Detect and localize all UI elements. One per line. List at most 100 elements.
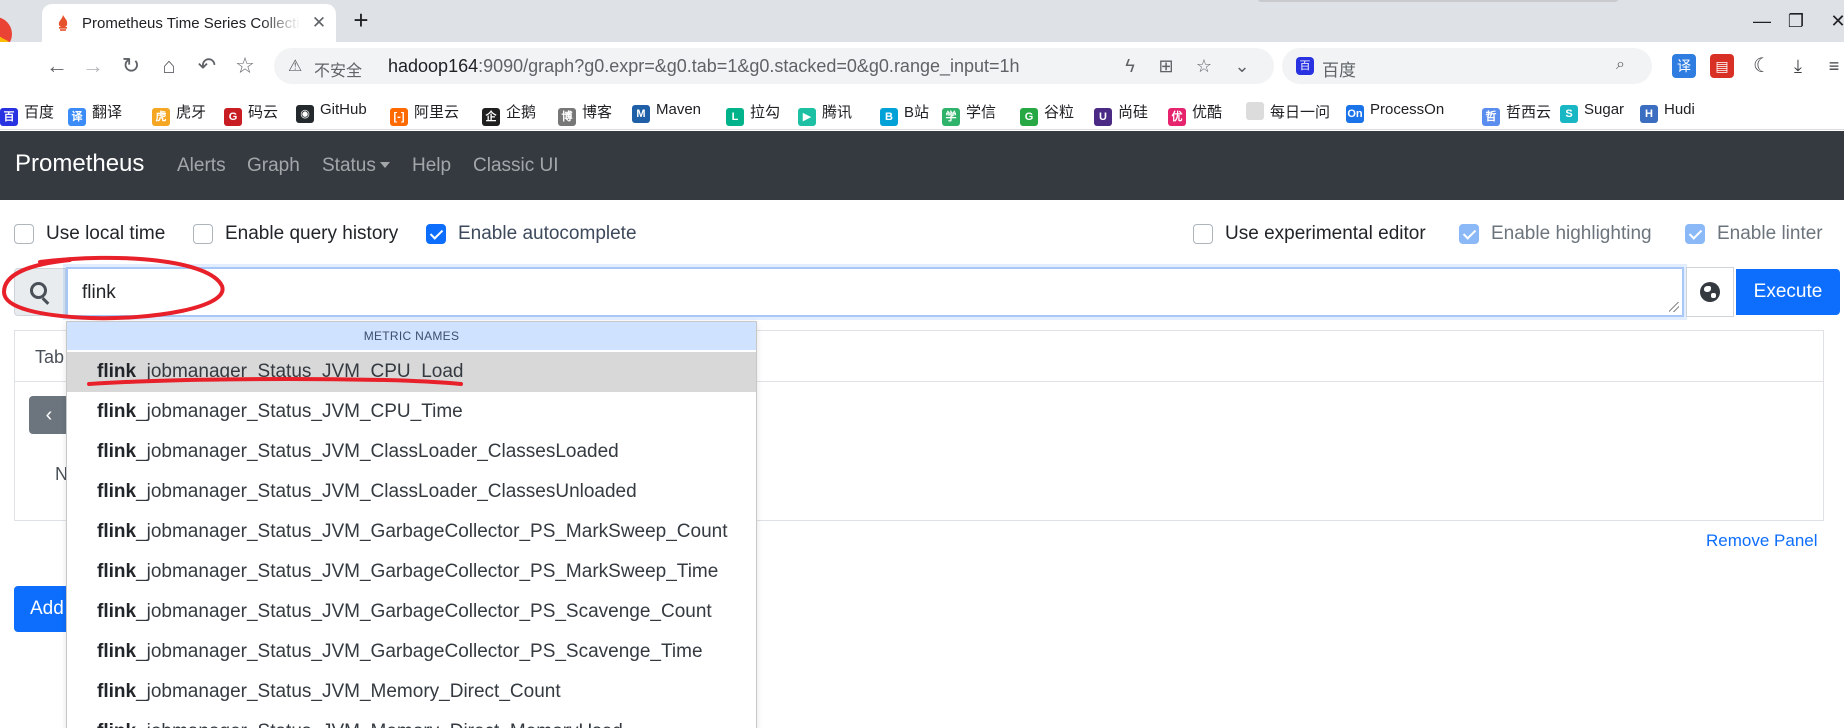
nav-graph[interactable]: Graph — [247, 155, 300, 177]
bookmark-label: 学信 — [966, 104, 997, 121]
bookmark-label: 企鹅 — [506, 104, 537, 121]
metrics-explorer-button[interactable] — [1686, 267, 1734, 317]
bookmark-item[interactable]: 优优酷 — [1168, 101, 1223, 126]
autocomplete-item[interactable]: flink_jobmanager_Status_JVM_ClassLoader_… — [67, 432, 756, 472]
bookmark-item[interactable]: G 码云 — [224, 101, 278, 126]
tab-close-icon[interactable]: ✕ — [308, 12, 330, 34]
bookmark-item[interactable]: L 拉勾 — [726, 101, 780, 126]
bookmark-item[interactable]: [-] 阿里云 — [390, 101, 460, 126]
autocomplete-item-suffix: _jobmanager_Status_JVM_CPU_Time — [136, 401, 463, 422]
prometheus-navbar: Prometheus Alerts Graph Status Help Clas… — [0, 131, 1844, 200]
brand-logo[interactable]: Prometheus — [15, 150, 144, 178]
restore-button[interactable]: ❐ — [1776, 7, 1816, 35]
autocomplete-item[interactable]: flink_jobmanager_Status_JVM_Memory_Direc… — [67, 712, 756, 728]
bookmark-item[interactable]: 虎虎牙 — [152, 101, 206, 126]
bookmark-label: 百度 — [24, 104, 55, 121]
close-window-button[interactable]: ✕ — [1818, 7, 1844, 35]
bookmark-favicon-icon: 百 — [0, 108, 18, 126]
nav-status[interactable]: Status — [322, 155, 390, 177]
lightning-icon[interactable]: ϟ — [1120, 56, 1140, 76]
enable-autocomplete-label: Enable autocomplete — [458, 223, 637, 244]
nav-help[interactable]: Help — [412, 155, 451, 177]
star-icon[interactable]: ☆ — [1194, 56, 1214, 76]
autocomplete-item[interactable]: flink_jobmanager_Status_JVM_CPU_Time — [67, 392, 756, 432]
translate-icon[interactable]: ⊞ — [1156, 56, 1176, 76]
autocomplete-item[interactable]: flink_jobmanager_Status_JVM_GarbageColle… — [67, 512, 756, 552]
bookmark-item[interactable]: 译翻译 — [68, 101, 122, 126]
bookmark-favicon-icon: U — [1094, 108, 1112, 126]
resize-handle-icon[interactable] — [1669, 302, 1679, 312]
panel-tab-label[interactable]: Tab — [35, 347, 64, 368]
bookmark-item[interactable]: ▶ 腾讯 — [798, 101, 852, 126]
bookmark-item[interactable]: 学学信 — [942, 101, 997, 126]
autocomplete-item[interactable]: flink_jobmanager_Status_JVM_GarbageColle… — [67, 592, 756, 632]
enable-highlighting-checkbox[interactable] — [1459, 224, 1479, 244]
search-engine-box[interactable]: 百 百度 ⌕ — [1282, 48, 1652, 84]
chevron-down-icon[interactable]: ⌄ — [1232, 56, 1252, 76]
download-icon[interactable]: ⤓ — [1786, 54, 1810, 78]
prev-time-button[interactable]: ‹ — [29, 396, 69, 434]
bookmark-item[interactable]: H Hudi — [1640, 101, 1695, 123]
autocomplete-item[interactable]: flink_jobmanager_Status_JVM_Memory_Direc… — [67, 672, 756, 712]
bookmark-favicon-icon: 优 — [1168, 108, 1186, 126]
reload-icon[interactable]: ↻ — [116, 51, 146, 81]
autocomplete-item[interactable]: flink_jobmanager_Status_JVM_GarbageColle… — [67, 552, 756, 592]
address-bar[interactable]: ⚠ 不安全 hadoop164:9090/graph?g0.expr=&g0.t… — [274, 48, 1274, 84]
bookmark-item[interactable]: U 尚硅 — [1094, 101, 1148, 126]
use-local-time-checkbox[interactable] — [14, 224, 34, 244]
bookmark-item[interactable]: M Maven — [632, 101, 701, 123]
globe-icon — [1700, 282, 1720, 302]
autocomplete-item[interactable]: flink_jobmanager_Status_JVM_CPU_Load — [67, 352, 756, 392]
autocomplete-item-match: flink — [97, 721, 136, 728]
bookmark-item[interactable]: 哲哲西云 — [1482, 101, 1551, 126]
use-experimental-editor-checkbox[interactable] — [1193, 224, 1213, 244]
url-host: hadoop164 — [388, 56, 479, 76]
back-icon[interactable]: ← — [42, 51, 72, 81]
translate-ext-icon[interactable]: 译 — [1672, 54, 1696, 78]
bookmark-item[interactable]: S Sugar — [1560, 101, 1624, 123]
browser-tab[interactable]: Prometheus Time Series Collection and Pr… — [42, 4, 336, 42]
autocomplete-dropdown: METRIC NAMES flink_jobmanager_Status_JVM… — [66, 321, 757, 728]
execute-button[interactable]: Execute — [1736, 269, 1840, 315]
bookmark-favicon-icon: 企 — [482, 108, 500, 126]
enable-query-history-label: Enable query history — [225, 223, 399, 244]
bookmark-favicon-icon: 学 — [942, 108, 960, 126]
menu-icon[interactable]: ≡ — [1822, 54, 1844, 78]
enable-query-history-checkbox[interactable] — [193, 224, 213, 244]
forward-icon[interactable]: → — [78, 51, 108, 81]
bookmark-item[interactable]: 企企鹅 — [482, 101, 537, 126]
bookmark-item[interactable]: B B站 — [880, 101, 929, 126]
undo-icon[interactable]: ↶ — [192, 51, 222, 81]
bookmark-item[interactable]: 百百度 — [0, 101, 55, 126]
bookmark-item[interactable]: G 谷粒 — [1020, 101, 1075, 126]
enable-linter-checkbox[interactable] — [1685, 224, 1705, 244]
bookmark-item[interactable]: ◉ GitHub — [296, 101, 367, 123]
enable-autocomplete-checkbox[interactable] — [426, 224, 446, 244]
autocomplete-item[interactable]: flink_jobmanager_Status_JVM_ClassLoader_… — [67, 472, 756, 512]
new-tab-button[interactable]: + — [348, 7, 374, 34]
autocomplete-item-suffix: _jobmanager_Status_JVM_Memory_Direct_Cou… — [136, 681, 561, 702]
browser-tab-strip: Prometheus Time Series Collection and Pr… — [0, 0, 1844, 51]
bookmark-label: GitHub — [320, 101, 367, 118]
bookmark-item[interactable]: On ProcessOn — [1346, 101, 1444, 123]
autocomplete-item-suffix: _jobmanager_Status_JVM_GarbageCollector_… — [136, 601, 712, 622]
search-icon[interactable]: ⌕ — [1616, 56, 1636, 76]
remove-panel-link[interactable]: Remove Panel — [1706, 531, 1818, 551]
pdf-ext-icon[interactable]: ▤ — [1710, 54, 1734, 78]
nav-alerts[interactable]: Alerts — [177, 155, 226, 177]
dark-mode-icon[interactable]: ☾ — [1750, 54, 1774, 78]
bookmark-item[interactable]: 博博客 — [558, 101, 612, 126]
bookmark-label: 优酷 — [1192, 104, 1223, 121]
nav-classic-ui[interactable]: Classic UI — [473, 155, 559, 177]
autocomplete-item-match: flink — [97, 641, 137, 662]
bookmark-item[interactable]: 每日一问 — [1246, 101, 1330, 121]
home-icon[interactable]: ⌂ — [154, 51, 184, 81]
autocomplete-item-match: flink — [97, 361, 137, 382]
bookmark-favicon-icon: H — [1640, 105, 1658, 123]
expression-input[interactable]: flink — [66, 267, 1684, 317]
bookmark-label: 阿里云 — [414, 104, 460, 121]
autocomplete-item-suffix: _jobmanager_Status_JVM_ClassLoader_Class… — [136, 481, 637, 502]
favorite-icon[interactable]: ☆ — [230, 51, 260, 81]
bookmark-label: 谷粒 — [1044, 104, 1075, 121]
autocomplete-item[interactable]: flink_jobmanager_Status_JVM_GarbageColle… — [67, 632, 756, 672]
